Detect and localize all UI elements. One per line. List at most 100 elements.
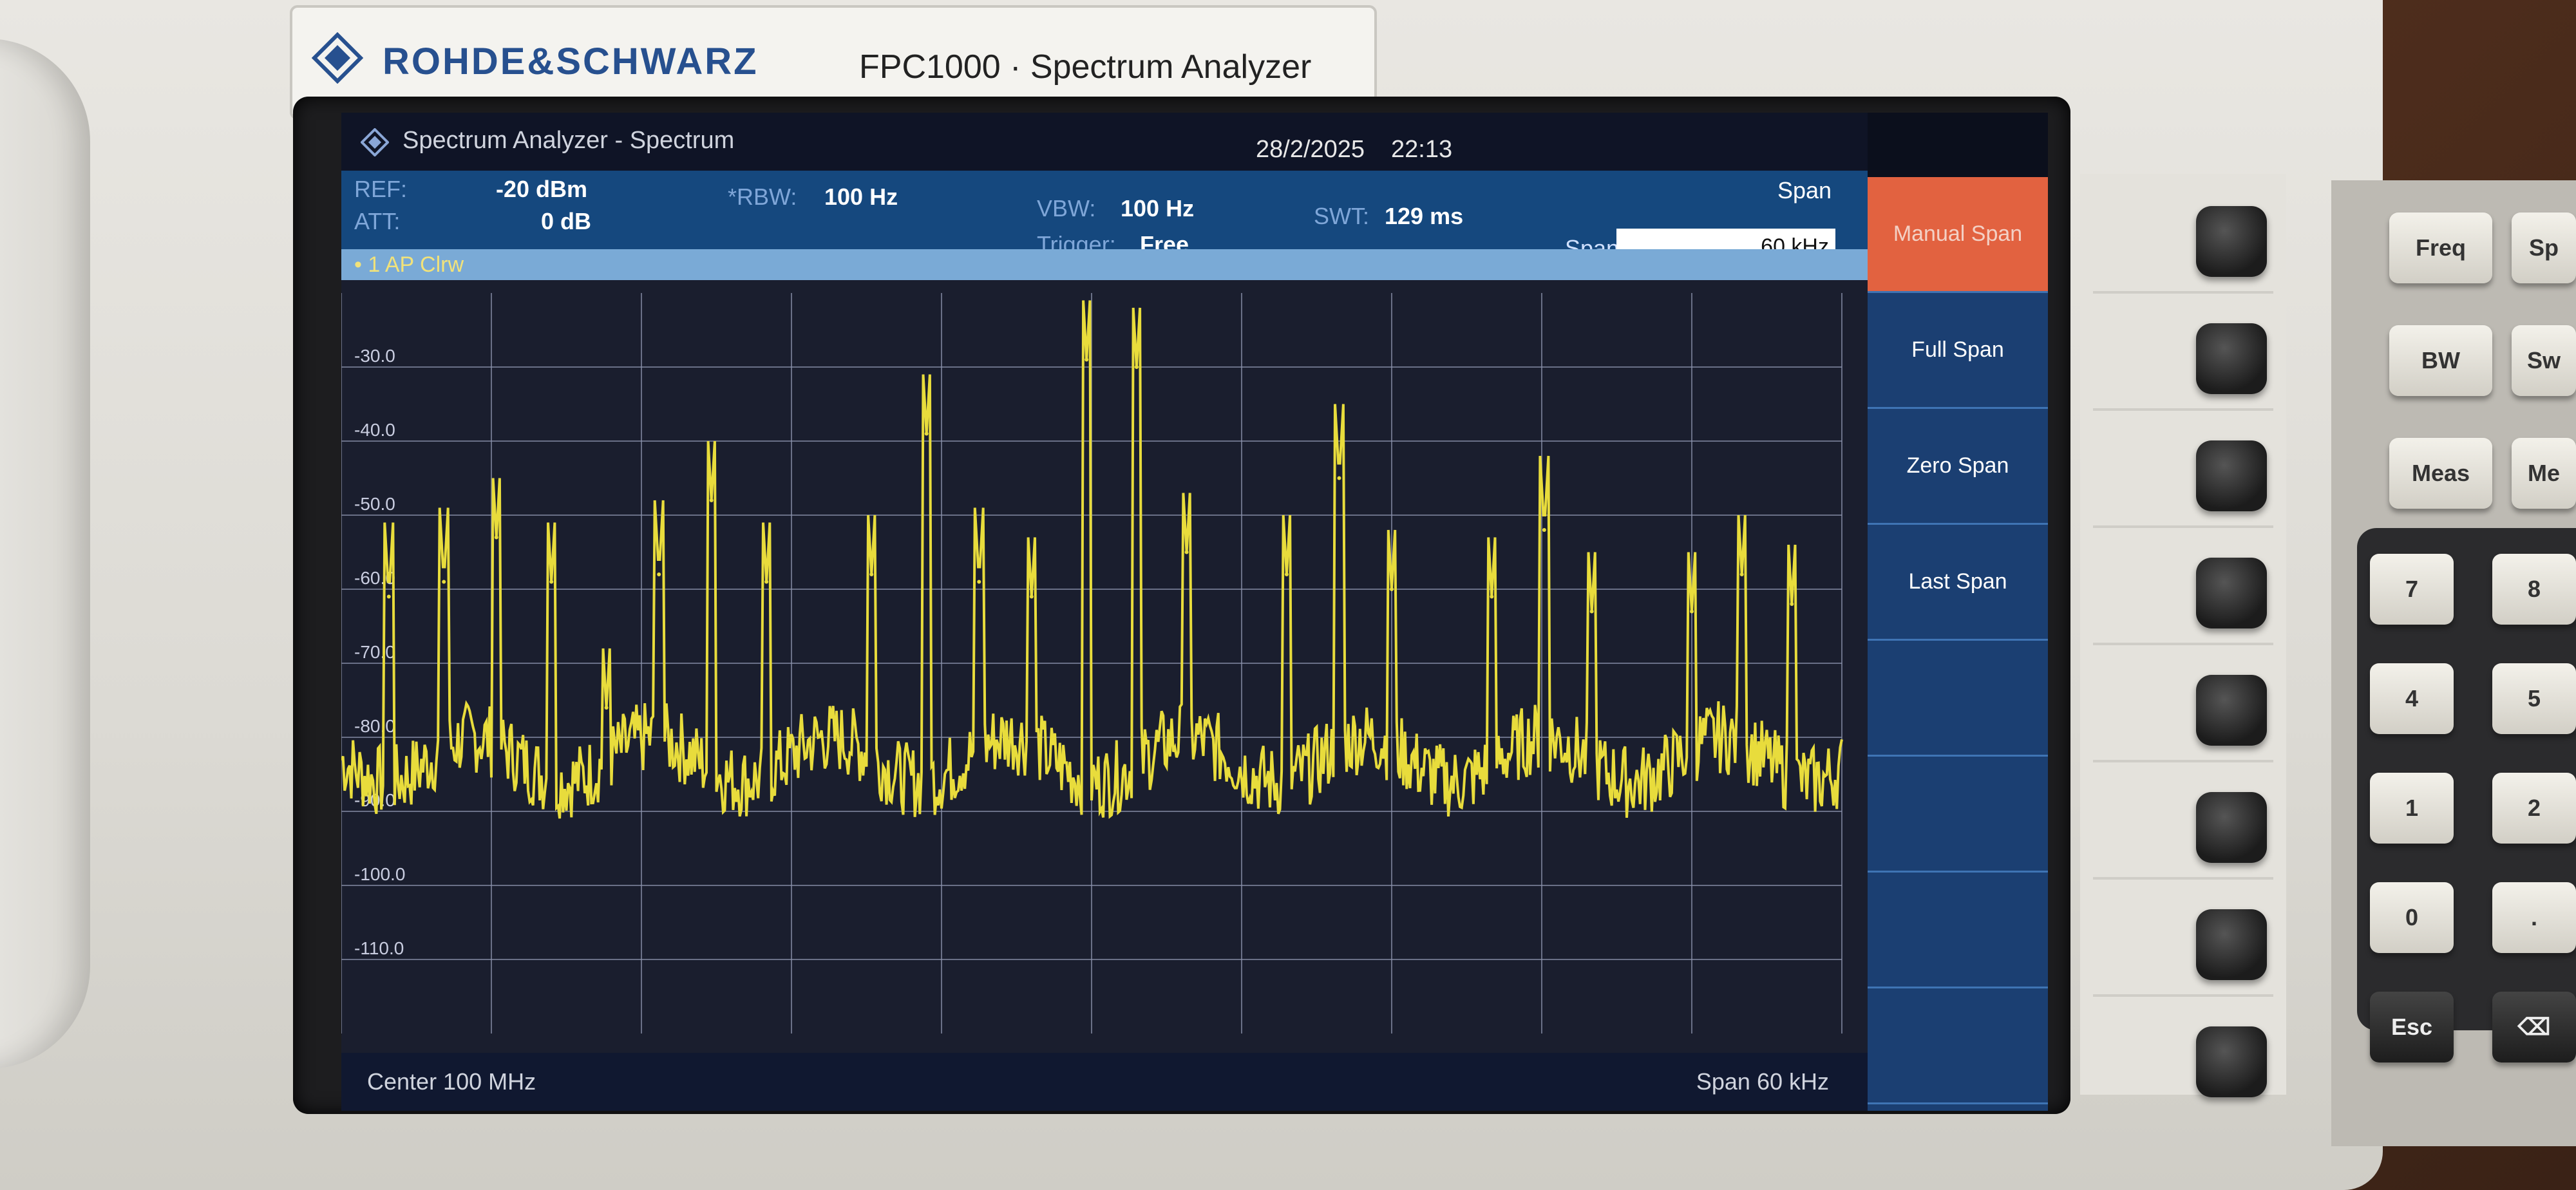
mode-label: Span — [1777, 177, 1832, 203]
digit-key-7[interactable]: 7 — [2370, 554, 2454, 625]
spectrum-peak-point — [709, 498, 714, 502]
softkey-blank-6[interactable] — [1868, 873, 2048, 988]
title-bar: Spectrum Analyzer - Spectrum 28/2/2025 2… — [341, 113, 1868, 171]
spectrum-peak-point — [386, 594, 391, 599]
softkey-hardware-column — [2080, 174, 2286, 1097]
freq-key[interactable]: Freq — [2389, 212, 2492, 283]
rbw-label: *RBW: — [728, 184, 797, 210]
partial-key-1[interactable]: Sp — [2512, 212, 2576, 283]
hardware-softkey-button-8[interactable] — [2196, 1026, 2267, 1097]
escape-key[interactable]: Esc — [2370, 992, 2454, 1062]
swt-label: SWT: — [1314, 203, 1369, 229]
bw-key[interactable]: BW — [2389, 325, 2492, 396]
meas-key[interactable]: Meas — [2389, 438, 2492, 509]
y-tick-label: -70.0 — [354, 642, 395, 662]
spectrum-peak-point — [1134, 365, 1139, 369]
digit-key-5[interactable]: 5 — [2492, 663, 2576, 734]
spectrum-peak-point — [1790, 602, 1794, 606]
softkey-last-span[interactable]: Last Span — [1868, 525, 2048, 641]
backspace-key[interactable]: ⌫ — [2492, 992, 2576, 1062]
swt-value: 129 ms — [1385, 203, 1464, 229]
date-display: 28/2/2025 — [1256, 136, 1365, 163]
y-tick-label: -40.0 — [354, 420, 395, 440]
button-divider — [2093, 291, 2273, 294]
button-divider — [2093, 760, 2273, 762]
button-divider — [2093, 525, 2273, 528]
partial-key-3[interactable]: Me — [2512, 438, 2576, 509]
spectrum-peak-point — [1390, 587, 1394, 591]
footer-span: Span 60 kHz — [1696, 1068, 1829, 1095]
softkey-blank-5[interactable] — [1868, 757, 2048, 873]
decimal-key[interactable]: . — [2492, 882, 2576, 953]
digit-key-8[interactable]: 8 — [2492, 554, 2576, 625]
softkey-manual-span[interactable]: Manual Span — [1868, 177, 2048, 293]
spectrum-peak-point — [1084, 357, 1089, 362]
hardware-softkey-button-2[interactable] — [2196, 323, 2267, 394]
brand-name: ROHDE&SCHWARZ — [383, 41, 759, 82]
spectrum-peak-point — [549, 580, 554, 584]
ref-value: -20 dBm — [496, 176, 588, 202]
digit-key-4[interactable]: 4 — [2370, 663, 2454, 734]
window-title: Spectrum Analyzer - Spectrum — [402, 127, 735, 154]
spectrum-peak-point — [1490, 594, 1494, 599]
partial-key-2[interactable]: Sw — [2512, 325, 2576, 396]
spectrum-peak-point — [442, 580, 446, 584]
spectrum-peak-point — [764, 580, 769, 584]
trace-info-bar: • 1 AP Clrw — [341, 249, 1868, 280]
softkey-full-span[interactable]: Full Span — [1868, 293, 2048, 409]
spectrum-chart: -30.0-40.0-50.0-60.0-70.0-80.0-90.0-100.… — [341, 293, 1843, 1034]
att-label: ATT: — [354, 208, 401, 234]
spectrum-peak-point — [1184, 550, 1189, 554]
model-name: FPC1000 · Spectrum Analyzer — [859, 48, 1312, 86]
app-logo-icon — [361, 128, 389, 156]
digit-key-0[interactable]: 0 — [2370, 882, 2454, 953]
spectrum-peak-point — [1284, 572, 1289, 576]
footer-bar: Center 100 MHz Span 60 kHz — [341, 1053, 1868, 1111]
button-divider — [2093, 877, 2273, 880]
softkey-zero-span[interactable]: Zero Span — [1868, 409, 2048, 525]
y-tick-label: -80.0 — [354, 716, 395, 736]
y-tick-label: -50.0 — [354, 494, 395, 514]
rohde-schwarz-logo-icon — [312, 32, 363, 84]
softkey-panel: Manual Span Full Span Zero Span Last Span — [1868, 177, 2048, 1111]
y-tick-label: -100.0 — [354, 864, 405, 884]
y-tick-label: -30.0 — [354, 346, 395, 366]
spectrum-peak-point — [869, 572, 874, 576]
button-divider — [2093, 994, 2273, 997]
digit-key-2[interactable]: 2 — [2492, 773, 2576, 844]
spectrum-peak-point — [1337, 476, 1341, 480]
rbw-value: 100 Hz — [824, 184, 898, 210]
button-divider — [2093, 643, 2273, 645]
button-divider — [2093, 408, 2273, 411]
spectrum-peak-point — [977, 580, 981, 584]
trace-label: • 1 AP Clrw — [354, 252, 464, 277]
hardware-softkey-button-7[interactable] — [2196, 909, 2267, 980]
spectrum-peak-point — [1029, 594, 1034, 599]
spectrum-peak-point — [1589, 609, 1594, 614]
vbw-value: 100 Hz — [1121, 195, 1195, 222]
y-tick-label: -110.0 — [354, 938, 404, 958]
center-frequency: Center 100 MHz — [367, 1068, 536, 1095]
spectrum-peak-point — [1739, 572, 1744, 576]
softkey-blank-7[interactable] — [1868, 988, 2048, 1104]
hardware-softkey-button-1[interactable] — [2196, 206, 2267, 277]
hardware-softkey-button-6[interactable] — [2196, 792, 2267, 863]
softkey-blank-4[interactable] — [1868, 641, 2048, 757]
carry-handle — [0, 39, 90, 1069]
vbw-label: VBW: — [1037, 195, 1096, 222]
spectrum-peak-point — [924, 431, 929, 436]
time-display: 22:13 — [1391, 136, 1453, 163]
hardware-softkey-button-4[interactable] — [2196, 558, 2267, 628]
spectrum-peak-point — [494, 535, 498, 540]
digit-key-1[interactable]: 1 — [2370, 773, 2454, 844]
ref-label: REF: — [354, 176, 408, 202]
hardware-softkey-button-5[interactable] — [2196, 675, 2267, 746]
spectrum-plot[interactable]: -30.0 -40.0 -50.0 -60.0 -70.0 -80.0 -90.0 -100.… — [341, 280, 1868, 1053]
spectrum-peak-point — [604, 706, 609, 710]
spectrum-peak-point — [1542, 528, 1546, 532]
spectrum-peak-point — [657, 572, 661, 576]
att-value: 0 dB — [541, 208, 592, 234]
spectrum-peak-point — [1690, 609, 1694, 614]
hardware-softkey-button-3[interactable] — [2196, 440, 2267, 511]
analyzer-screen: Spectrum Analyzer - Spectrum 28/2/2025 2… — [341, 113, 2048, 1111]
